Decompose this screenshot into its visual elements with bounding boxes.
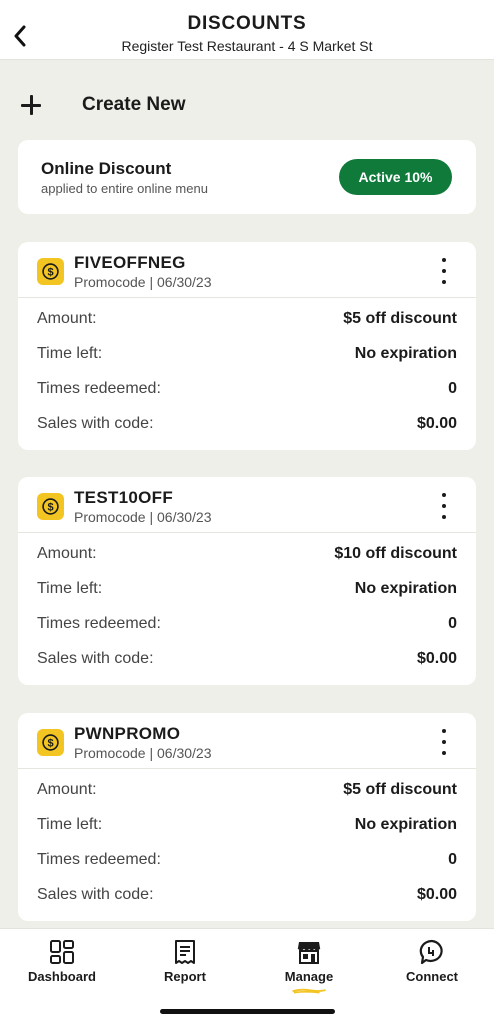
time-left-value: No expiration: [354, 579, 457, 597]
page-title: DISCOUNTS: [187, 13, 307, 34]
times-redeemed-value: 0: [448, 614, 457, 632]
dollar-coin-icon: $: [37, 493, 64, 520]
svg-text:$: $: [47, 502, 53, 514]
nav-connect[interactable]: Connect: [382, 939, 482, 999]
sales-value: $0.00: [416, 414, 457, 432]
time-left-value: No expiration: [354, 344, 457, 362]
dashboard-icon: [50, 940, 74, 964]
nav-connect-label: Connect: [406, 969, 458, 984]
times-redeemed-label: Times redeemed:: [37, 850, 161, 868]
time-left-row: Time left: No expiration: [18, 807, 476, 842]
time-left-row: Time left: No expiration: [18, 571, 476, 606]
sales-label: Sales with code:: [37, 885, 154, 903]
sales-value: $0.00: [416, 649, 457, 667]
nav-report[interactable]: Report: [135, 939, 235, 999]
header-bar: DISCOUNTS Register Test Restaurant - 4 S…: [0, 0, 494, 60]
promo-card[interactable]: $ FIVEOFFNEG Promocode | 06/30/23 Amount…: [18, 242, 476, 450]
svg-text:$: $: [47, 738, 53, 750]
home-indicator: [160, 1009, 335, 1014]
online-discount-status-button[interactable]: Active 10%: [339, 159, 452, 195]
create-new-button[interactable]: Create New: [20, 88, 320, 122]
amount-value: $5 off discount: [343, 309, 457, 327]
promo-meta: Promocode | 06/30/23: [74, 274, 212, 290]
times-redeemed-row: Times redeemed: 0: [18, 842, 476, 877]
promo-details: Amount: $5 off discount Time left: No ex…: [18, 769, 476, 912]
time-left-row: Time left: No expiration: [18, 336, 476, 371]
promo-meta: Promocode | 06/30/23: [74, 509, 212, 525]
amount-row: Amount: $5 off discount: [18, 772, 476, 807]
nav-dashboard-label: Dashboard: [28, 969, 96, 984]
amount-label: Amount:: [37, 780, 97, 798]
promo-card-header: $ TEST10OFF Promocode | 06/30/23: [18, 477, 476, 533]
restaurant-name: Register Test Restaurant - 4 S Market St: [121, 38, 373, 54]
more-options-icon[interactable]: [434, 493, 454, 519]
dollar-coin-icon: $: [37, 258, 64, 285]
more-options-icon[interactable]: [434, 729, 454, 755]
sales-label: Sales with code:: [37, 414, 154, 432]
times-redeemed-row: Times redeemed: 0: [18, 606, 476, 641]
promo-code: FIVEOFFNEG: [74, 253, 186, 272]
sales-row: Sales with code: $0.00: [18, 641, 476, 676]
more-options-icon[interactable]: [434, 258, 454, 284]
nav-manage-label: Manage: [284, 969, 334, 984]
promo-card[interactable]: $ PWNPROMO Promocode | 06/30/23 Amount: …: [18, 713, 476, 921]
online-discount-card[interactable]: Online Discount applied to entire online…: [18, 140, 476, 214]
receipt-icon: [175, 940, 195, 964]
active-tab-underline: [292, 988, 326, 994]
promo-code: TEST10OFF: [74, 488, 174, 507]
times-redeemed-value: 0: [448, 379, 457, 397]
nav-dashboard[interactable]: Dashboard: [12, 939, 112, 999]
amount-label: Amount:: [37, 544, 97, 562]
times-redeemed-label: Times redeemed:: [37, 614, 161, 632]
promo-card[interactable]: $ TEST10OFF Promocode | 06/30/23 Amount:…: [18, 477, 476, 685]
promo-details: Amount: $10 off discount Time left: No e…: [18, 533, 476, 676]
sales-row: Sales with code: $0.00: [18, 406, 476, 441]
sales-value: $0.00: [416, 885, 457, 903]
app-screen: DISCOUNTS Register Test Restaurant - 4 S…: [0, 0, 494, 1024]
times-redeemed-value: 0: [448, 850, 457, 868]
online-discount-subtitle: applied to entire online menu: [41, 181, 208, 196]
sales-label: Sales with code:: [37, 649, 154, 667]
time-left-label: Time left:: [37, 815, 103, 833]
promo-meta: Promocode | 06/30/23: [74, 745, 212, 761]
online-discount-title: Online Discount: [41, 159, 172, 178]
amount-row: Amount: $10 off discount: [18, 536, 476, 571]
promo-code: PWNPROMO: [74, 724, 181, 743]
time-left-value: No expiration: [354, 815, 457, 833]
promo-details: Amount: $5 off discount Time left: No ex…: [18, 298, 476, 441]
amount-value: $5 off discount: [343, 780, 457, 798]
sales-row: Sales with code: $0.00: [18, 877, 476, 912]
amount-row: Amount: $5 off discount: [18, 301, 476, 336]
times-redeemed-row: Times redeemed: 0: [18, 371, 476, 406]
svg-text:$: $: [47, 267, 53, 279]
promo-card-header: $ FIVEOFFNEG Promocode | 06/30/23: [18, 242, 476, 298]
storefront-icon: [297, 942, 321, 964]
nav-report-label: Report: [164, 969, 206, 984]
plus-icon: [20, 94, 42, 116]
amount-value: $10 off discount: [334, 544, 457, 562]
time-left-label: Time left:: [37, 579, 103, 597]
chat-icon: [419, 939, 443, 965]
create-new-label: Create New: [82, 94, 186, 115]
time-left-label: Time left:: [37, 344, 103, 362]
promo-card-header: $ PWNPROMO Promocode | 06/30/23: [18, 713, 476, 769]
dollar-coin-icon: $: [37, 729, 64, 756]
times-redeemed-label: Times redeemed:: [37, 379, 161, 397]
amount-label: Amount:: [37, 309, 97, 327]
